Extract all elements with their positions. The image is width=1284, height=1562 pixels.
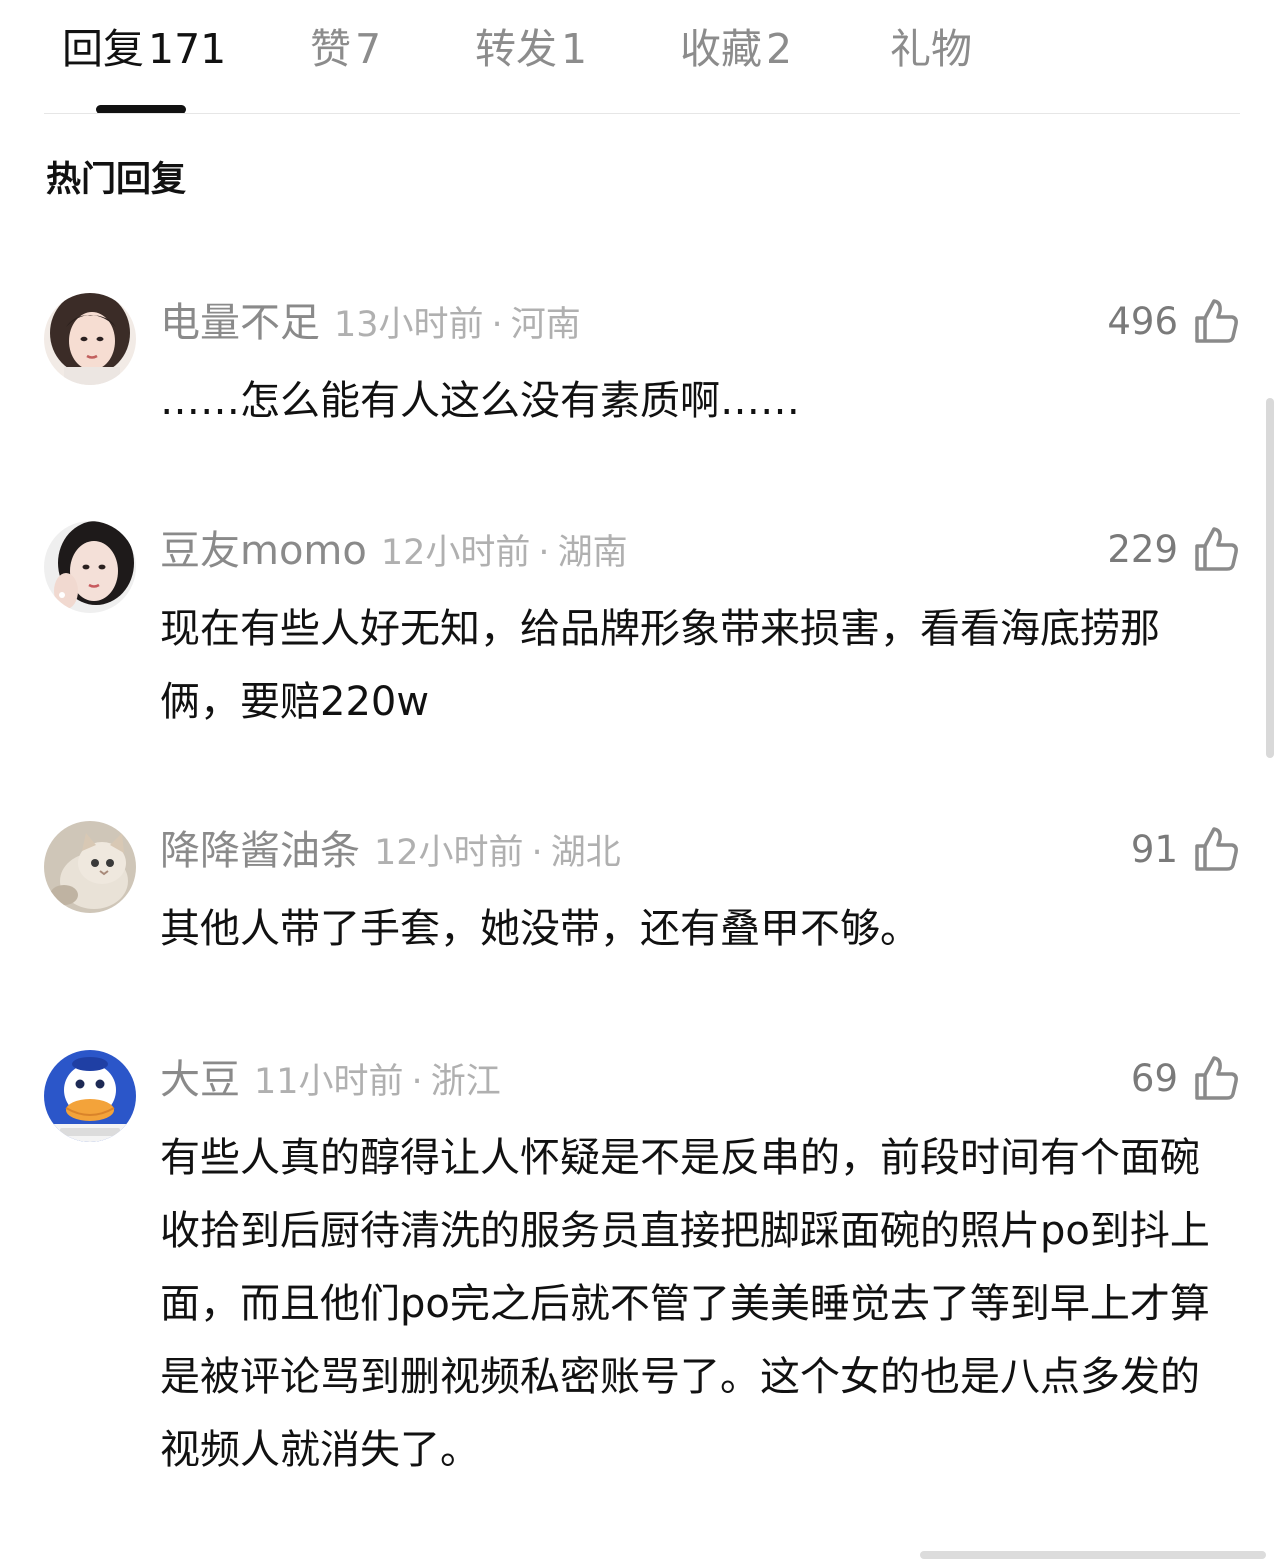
like-count: 91	[1130, 827, 1178, 871]
comment-time: 13小时前	[334, 305, 484, 345]
comment-meta: 大豆 11小时前 · 浙江	[160, 1052, 501, 1108]
comment-time: 12小时前	[374, 833, 524, 873]
thumbs-up-icon	[1192, 297, 1240, 345]
thumbs-up-icon	[1192, 525, 1240, 573]
comment-location: 湖南	[557, 533, 628, 573]
comment-meta: 电量不足 13小时前 · 河南	[160, 295, 581, 351]
thumbs-up-icon	[1192, 825, 1240, 873]
comment-location: 河南	[510, 305, 581, 345]
comment-time: 12小时前	[380, 533, 531, 573]
comment-meta: 降降酱油条 12小时前 · 湖北	[160, 823, 621, 879]
username[interactable]: 豆友momo	[160, 528, 367, 574]
like-count: 229	[1107, 527, 1178, 571]
comment-time: 11小时前	[254, 1062, 404, 1102]
comment-text: 现在有些人好无知，给品牌形象带来损害，看看海底捞那俩，要赔220w	[160, 606, 1160, 725]
like-button[interactable]: 496	[1107, 293, 1240, 349]
tab-reposts[interactable]: 转发1	[475, 24, 587, 74]
avatar[interactable]	[44, 293, 136, 385]
tab-label: 回复	[62, 25, 144, 73]
horizontal-scrollbar[interactable]	[920, 1551, 1266, 1559]
tab-gifts[interactable]: 礼物	[890, 24, 972, 74]
avatar-duck-cartoon-icon	[44, 1050, 136, 1142]
comment-location: 湖北	[550, 833, 621, 873]
section-title-hot-replies: 热门回复	[46, 160, 187, 200]
tab-count: 2	[766, 25, 793, 73]
comment-text: 其他人带了手套，她没带，还有叠甲不够。	[160, 906, 920, 952]
username[interactable]: 电量不足	[160, 300, 320, 346]
meta-separator: ·	[531, 833, 543, 873]
tab-label: 赞	[310, 25, 351, 73]
tab-label: 收藏	[680, 25, 762, 73]
like-count: 69	[1130, 1056, 1178, 1100]
username[interactable]: 降降酱油条	[160, 828, 360, 874]
thumbs-up-icon	[1192, 1054, 1240, 1102]
comment-location: 浙江	[430, 1062, 501, 1102]
like-button[interactable]: 69	[1131, 1050, 1240, 1106]
tab-replies[interactable]: 回复171	[62, 24, 226, 74]
avatar-girl-photo-icon	[44, 521, 136, 613]
tab-count: 7	[355, 25, 382, 73]
comment-text: 有些人真的醇得让人怀疑是不是反串的，前段时间有个面碗收拾到后厨待清洗的服务员直接…	[160, 1135, 1210, 1473]
tab-likes[interactable]: 赞7	[310, 24, 381, 74]
reply-tabs: 回复171 赞7 转发1 收藏2 礼物	[0, 0, 1284, 114]
meta-separator: ·	[491, 305, 503, 345]
username[interactable]: 大豆	[160, 1057, 240, 1103]
tab-count: 1	[561, 25, 588, 73]
vertical-scrollbar[interactable]	[1266, 398, 1274, 758]
avatar[interactable]	[44, 821, 136, 913]
tab-label: 礼物	[890, 25, 972, 73]
tab-label: 转发	[475, 25, 557, 73]
like-button[interactable]: 91	[1131, 821, 1240, 877]
like-count: 496	[1107, 299, 1178, 343]
meta-separator: ·	[538, 533, 550, 573]
tab-count: 171	[148, 25, 227, 73]
tabs-divider	[44, 113, 1240, 114]
avatar-cat-photo-icon	[44, 821, 136, 913]
comment-text: ……怎么能有人这么没有素质啊……	[160, 378, 800, 424]
avatar[interactable]	[44, 1050, 136, 1142]
avatar-girl-photo-icon	[44, 293, 136, 385]
tab-collections[interactable]: 收藏2	[680, 24, 792, 74]
avatar[interactable]	[44, 521, 136, 613]
like-button[interactable]: 229	[1107, 521, 1240, 577]
meta-separator: ·	[411, 1062, 423, 1102]
comment-meta: 豆友momo 12小时前 · 湖南	[160, 523, 628, 579]
